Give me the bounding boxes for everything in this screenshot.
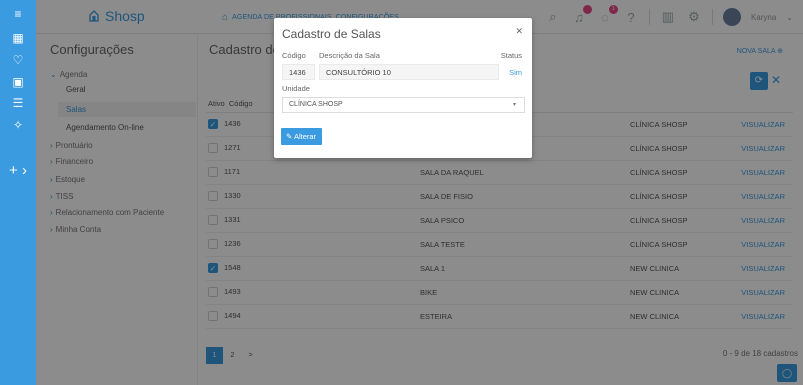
status-label: Status — [500, 51, 522, 60]
room-edit-modal: Cadastro de Salas ✕ Código Descrição da … — [274, 18, 532, 158]
database-icon[interactable]: ☰ — [0, 93, 36, 113]
icon-rail: ≡ ▦ ♡ ▣ ☰ ✧ + › — [0, 0, 36, 385]
close-icon[interactable]: ✕ — [515, 26, 523, 37]
unit-label: Unidade — [282, 84, 310, 93]
pencil-icon: ✎ — [286, 132, 293, 141]
modal-title: Cadastro de Salas — [282, 27, 381, 41]
app-root: ≡ ▦ ♡ ▣ ☰ ✧ + › Shosp ⌂ AGENDA DE PROFIS… — [0, 0, 803, 385]
description-label: Descrição da Sala — [319, 51, 380, 60]
alterar-label: Alterar — [293, 132, 317, 141]
chevron-down-icon: ▾ — [512, 102, 516, 108]
code-field[interactable]: 1436 — [282, 64, 315, 80]
code-label: Código — [282, 51, 306, 60]
money-icon[interactable]: ▣ — [0, 72, 36, 92]
plus-icon[interactable]: + › — [0, 161, 36, 181]
unit-select[interactable]: CLÍNICA SHOSP ▾ — [282, 97, 525, 113]
calendar-icon[interactable]: ▦ — [0, 28, 36, 48]
heart-icon[interactable]: ♡ — [0, 50, 36, 70]
alterar-button[interactable]: ✎ Alterar — [281, 128, 322, 145]
unit-select-value: CLÍNICA SHOSP — [289, 101, 343, 108]
handshake-icon[interactable]: ✧ — [0, 115, 36, 135]
status-value[interactable]: Sim — [509, 68, 522, 77]
description-field[interactable]: CONSULTÓRIO 10 — [319, 64, 499, 80]
menu-icon[interactable]: ≡ — [0, 4, 36, 24]
